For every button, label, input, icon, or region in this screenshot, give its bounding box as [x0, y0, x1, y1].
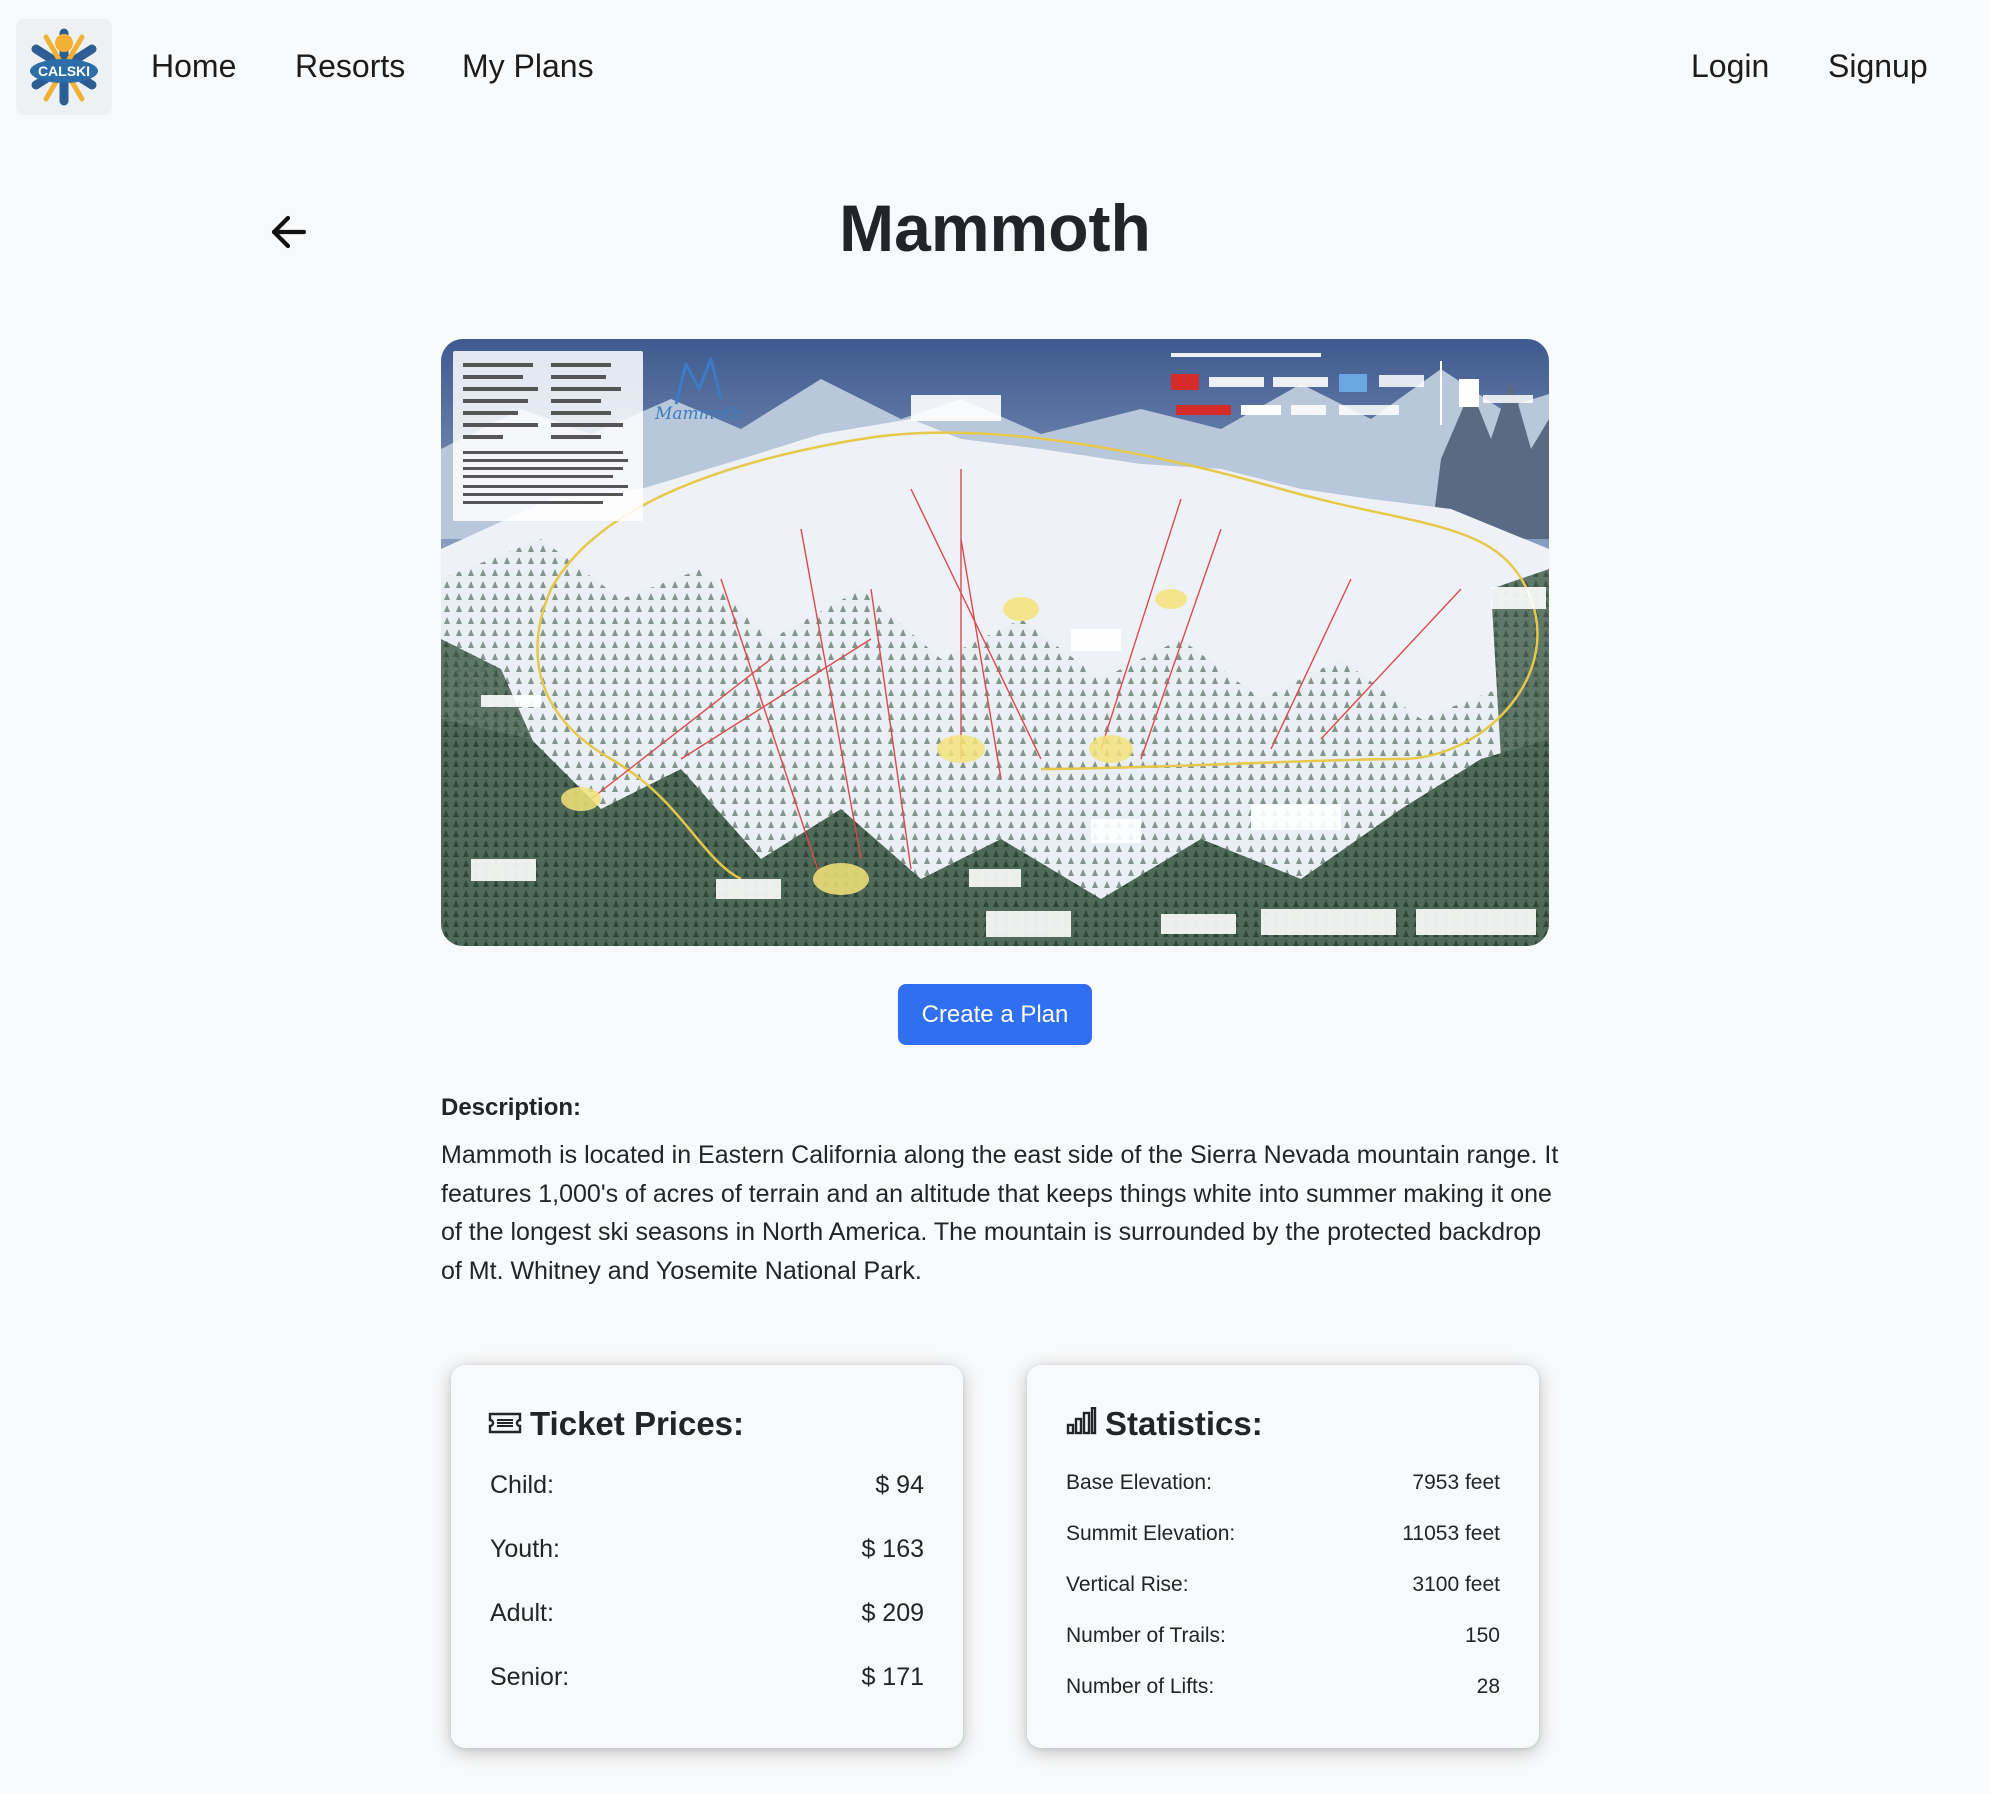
stat-value: 150 — [1464, 1624, 1500, 1647]
ticket-prices-card: Ticket Prices: Child: $ 94 Youth: $ 163 … — [451, 1365, 963, 1748]
stat-row-trails: Number of Trails: 150 — [1027, 1621, 1539, 1655]
stat-row-summit-elevation: Summit Elevation: 11053 feet — [1027, 1519, 1539, 1553]
ticket-prices-title: Ticket Prices: — [530, 1405, 745, 1442]
create-plan-button[interactable]: Create a Plan — [898, 984, 1092, 1045]
stat-value: 11053 feet — [1402, 1522, 1500, 1545]
ticket-row-senior: Senior: $ 171 — [451, 1660, 963, 1694]
ticket-prices-heading: Ticket Prices: — [488, 1403, 744, 1445]
ticket-price: $ 171 — [861, 1663, 924, 1691]
ticket-label: Child: — [490, 1471, 554, 1499]
nav-resorts[interactable]: Resorts — [295, 46, 405, 86]
ticket-price: $ 94 — [875, 1471, 924, 1499]
trail-map-image: Mammoth — [441, 339, 1549, 946]
stat-label: Base Elevation: — [1066, 1471, 1212, 1494]
svg-text:Mammoth: Mammoth — [654, 404, 743, 424]
navbar: CALSKI Home Resorts My Plans Login Signu… — [0, 0, 1990, 136]
back-arrow-icon[interactable] — [268, 212, 312, 252]
stat-row-vertical-rise: Vertical Rise: 3100 feet — [1027, 1570, 1539, 1604]
ticket-label: Senior: — [490, 1663, 570, 1691]
description-label: Description: — [441, 1094, 582, 1121]
ticket-label: Adult: — [490, 1599, 554, 1627]
stat-row-lifts: Number of Lifts: 28 — [1027, 1672, 1539, 1706]
bar-chart-icon — [1065, 1403, 1097, 1445]
description-text: Mammoth is located in Eastern California… — [441, 1141, 1559, 1285]
stat-value: 3100 feet — [1412, 1573, 1500, 1596]
svg-text:CALSKI: CALSKI — [38, 63, 90, 79]
ticket-row-youth: Youth: $ 163 — [451, 1532, 963, 1566]
stat-label: Summit Elevation: — [1066, 1522, 1236, 1545]
stat-value: 28 — [1476, 1675, 1500, 1698]
ticket-label: Youth: — [490, 1535, 560, 1563]
stat-label: Vertical Rise: — [1066, 1573, 1189, 1596]
nav-signup[interactable]: Signup — [1828, 46, 1928, 86]
ticket-icon — [488, 1403, 522, 1445]
statistics-title: Statistics: — [1105, 1405, 1263, 1442]
stat-row-base-elevation: Base Elevation: 7953 feet — [1027, 1468, 1539, 1502]
calski-logo[interactable]: CALSKI — [16, 19, 112, 115]
ticket-row-adult: Adult: $ 209 — [451, 1596, 963, 1630]
stat-label: Number of Lifts: — [1066, 1675, 1215, 1698]
nav-home[interactable]: Home — [151, 46, 236, 86]
statistics-card: Statistics: Base Elevation: 7953 feet Su… — [1027, 1365, 1539, 1748]
ticket-price: $ 163 — [861, 1535, 924, 1563]
ticket-row-child: Child: $ 94 — [451, 1468, 963, 1502]
stat-label: Number of Trails: — [1066, 1624, 1226, 1647]
stat-value: 7953 feet — [1412, 1471, 1500, 1494]
nav-my-plans[interactable]: My Plans — [462, 46, 594, 86]
statistics-heading: Statistics: — [1065, 1403, 1263, 1445]
ticket-price: $ 209 — [861, 1599, 924, 1627]
nav-login[interactable]: Login — [1691, 46, 1769, 86]
